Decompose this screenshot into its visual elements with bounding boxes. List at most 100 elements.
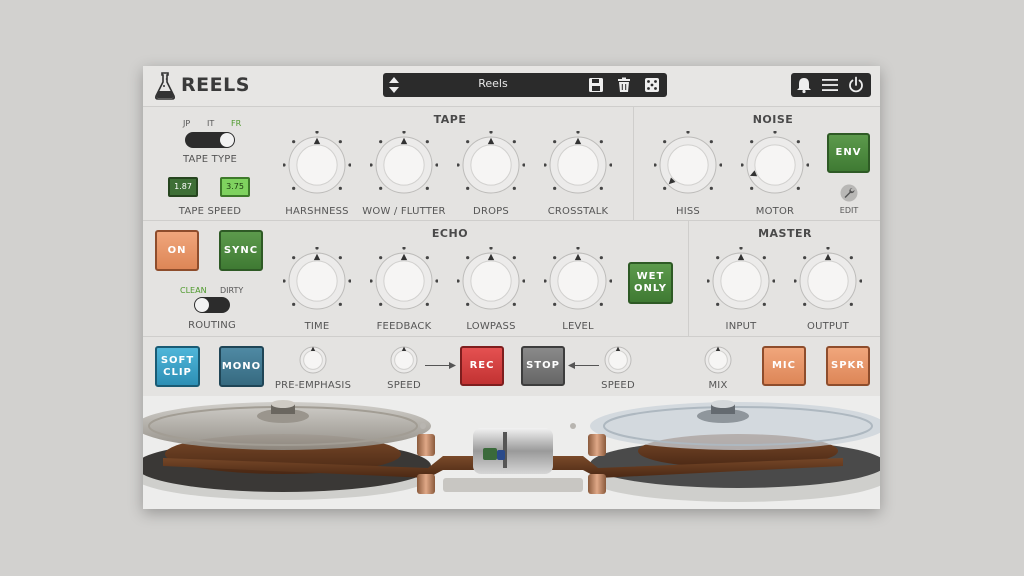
knob-tick <box>489 247 493 250</box>
reels-plugin-window: REELS Reels JP IT FR TAPE TYPE 1.87 3.75… <box>143 66 880 509</box>
routing-switch[interactable] <box>194 297 230 313</box>
stop-speed-knob[interactable] <box>603 345 633 375</box>
harshness-label: HARSHNESS <box>285 206 349 217</box>
echo-section-title: ECHO <box>431 227 469 240</box>
knob-tick <box>466 256 470 260</box>
knob-tick <box>338 140 342 144</box>
knob-tick <box>849 256 853 260</box>
env-button[interactable]: ENV <box>827 133 870 173</box>
knob-tick <box>762 256 766 260</box>
pre-emphasis-knob[interactable] <box>298 345 328 375</box>
up-down-arrows-icon[interactable] <box>388 75 400 95</box>
dice-icon[interactable] <box>643 76 661 94</box>
knob-tick <box>750 186 754 190</box>
guide-roller <box>588 434 606 456</box>
hiss-label: HISS <box>676 206 700 217</box>
knob-tick <box>859 279 862 283</box>
arrow-right-icon <box>449 362 456 369</box>
mic-button[interactable]: MIC <box>762 346 806 386</box>
motor-knob[interactable] <box>741 131 809 199</box>
knob-tick <box>803 256 807 260</box>
master-section-title: MASTER <box>758 227 812 240</box>
tape-speed-label: TAPE SPEED <box>178 206 242 217</box>
head-gap <box>503 432 507 468</box>
knob-tick <box>707 279 710 283</box>
knob-tick <box>425 302 429 306</box>
tape-speed-187-button[interactable]: 1.87 <box>168 177 198 197</box>
bell-icon[interactable] <box>795 76 813 94</box>
head-base-plate <box>443 478 583 492</box>
divider <box>143 220 880 221</box>
knob-tick <box>599 302 603 306</box>
tape-type-switch-thumb <box>220 133 234 147</box>
soft-clip-line1: SOFT <box>160 354 195 366</box>
tape-type-option-jp: JP <box>183 119 191 128</box>
tape-type-switch[interactable] <box>185 132 235 148</box>
wet-only-button[interactable]: WET ONLY <box>628 262 673 304</box>
preset-name[interactable]: Reels <box>423 77 563 90</box>
harshness-knob[interactable] <box>283 131 351 199</box>
knob-cap <box>296 260 338 302</box>
knob-tick <box>292 140 296 144</box>
knob-tick <box>803 302 807 306</box>
knob-cap <box>394 350 414 370</box>
save-icon[interactable] <box>587 76 605 94</box>
tape-section-title: TAPE <box>433 113 467 126</box>
knob-tick <box>719 163 722 167</box>
knob-tick <box>512 186 516 190</box>
spkr-button[interactable]: SPKR <box>826 346 870 386</box>
knob-tick <box>512 140 516 144</box>
echo-sync-button[interactable]: SYNC <box>219 230 263 271</box>
stop-button[interactable]: STOP <box>521 346 565 386</box>
lowpass-knob[interactable] <box>457 247 525 315</box>
head-component-blue <box>497 450 505 460</box>
knob-tick <box>283 163 286 167</box>
level-knob[interactable] <box>544 247 612 315</box>
power-icon[interactable] <box>847 76 865 94</box>
rec-speed-knob[interactable] <box>389 345 419 375</box>
knob-tick <box>338 256 342 260</box>
mix-knob[interactable] <box>703 345 733 375</box>
menu-icon[interactable] <box>821 76 839 94</box>
drops-label: DROPS <box>473 206 509 217</box>
knob-cap <box>557 260 599 302</box>
trash-icon[interactable] <box>615 76 633 94</box>
tape-speed-375-button[interactable]: 3.75 <box>220 177 250 197</box>
drops-knob[interactable] <box>457 131 525 199</box>
knob-tick <box>826 247 830 250</box>
hiss-knob[interactable] <box>654 131 722 199</box>
head-component-green <box>483 448 497 460</box>
feedback-knob[interactable] <box>370 247 438 315</box>
motor-label: MOTOR <box>755 206 795 217</box>
echo-on-button[interactable]: ON <box>155 230 199 271</box>
divider <box>143 106 880 107</box>
global-controls <box>791 73 871 97</box>
knob-tick <box>806 163 809 167</box>
knob-tick <box>709 186 713 190</box>
knob-tick <box>379 140 383 144</box>
wrench-icon[interactable] <box>840 184 858 202</box>
crosstalk-knob[interactable] <box>544 131 612 199</box>
knob-tick <box>370 279 373 283</box>
knob-cap <box>667 144 709 186</box>
input-knob[interactable] <box>707 247 775 315</box>
knob-tick <box>457 163 460 167</box>
knob-tick <box>512 256 516 260</box>
rec-button[interactable]: REC <box>460 346 504 386</box>
knob-cap <box>383 260 425 302</box>
knob-cap <box>708 350 728 370</box>
knob-cap <box>807 260 849 302</box>
output-knob[interactable] <box>794 247 862 315</box>
soft-clip-button[interactable]: SOFT CLIP <box>155 346 200 387</box>
level-label: LEVEL <box>562 321 594 332</box>
routing-option-clean: CLEAN <box>180 286 207 295</box>
knob-tick <box>425 256 429 260</box>
knob-tick <box>576 247 580 250</box>
knob-tick <box>466 302 470 306</box>
knob-tick <box>609 279 612 283</box>
time-knob[interactable] <box>283 247 351 315</box>
knob-cap <box>720 260 762 302</box>
mono-button[interactable]: MONO <box>219 346 264 387</box>
wow-flutter-knob[interactable] <box>370 131 438 199</box>
knob-tick <box>599 140 603 144</box>
